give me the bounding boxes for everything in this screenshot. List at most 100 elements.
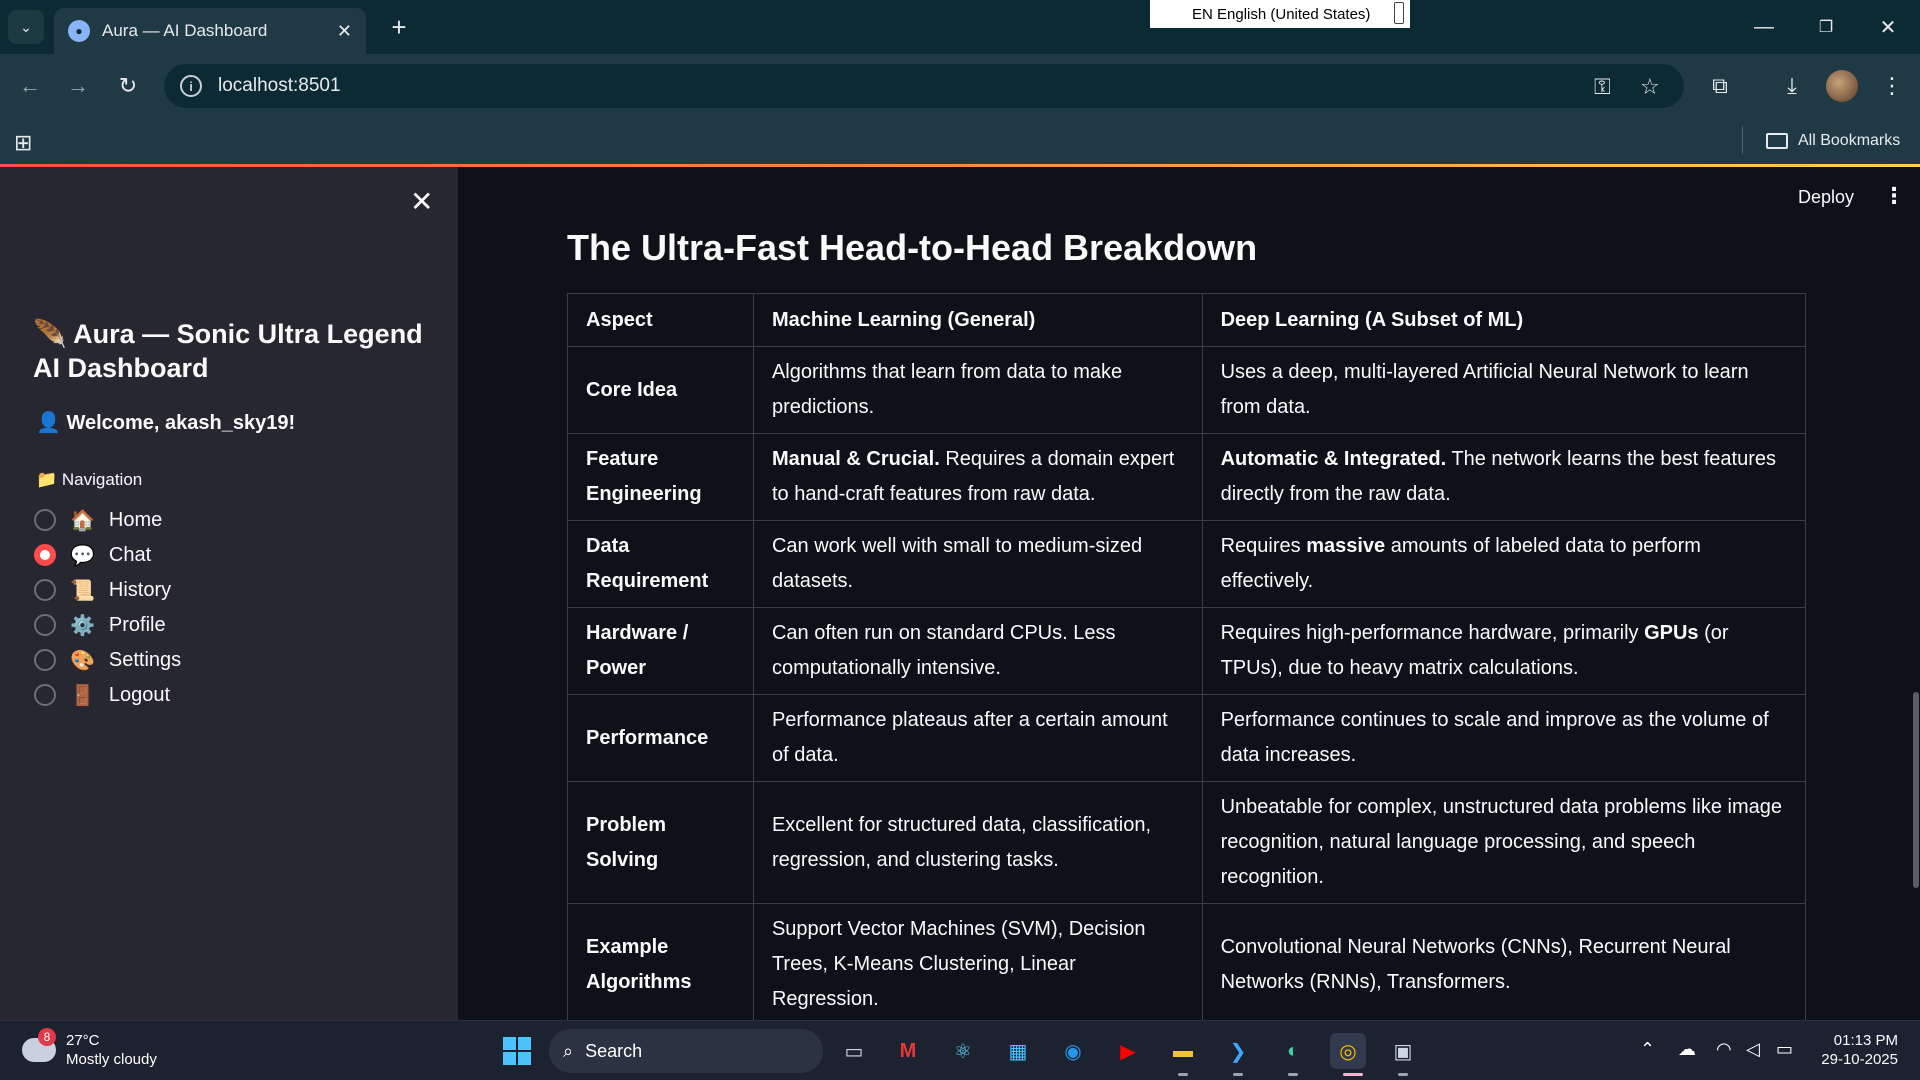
language-indicator: EN English (United States) bbox=[1150, 0, 1410, 28]
bookmarks-bar: ⊞ All Bookmarks bbox=[0, 118, 1920, 164]
deploy-button[interactable]: Deploy bbox=[1798, 187, 1854, 208]
nav-item-profile[interactable]: ⚙️ Profile bbox=[34, 610, 166, 640]
address-bar[interactable]: i localhost:8501 ⚿ ☆ bbox=[164, 64, 1684, 108]
back-button[interactable]: ← bbox=[14, 70, 46, 102]
dl-cell-text: Convolutional Neural Networks (CNNs), Re… bbox=[1220, 935, 1731, 993]
user-icon: 👤 bbox=[36, 412, 61, 434]
welcome-message: 👤 Welcome, akash_sky19! bbox=[36, 410, 295, 435]
extensions-icon[interactable]: ⧉ bbox=[1704, 70, 1736, 102]
ml-cell: Can work well with small to medium-sized… bbox=[752, 520, 1203, 608]
dl-cell-emphasis: GPUs bbox=[1644, 622, 1699, 644]
aspect-cell: Hardware / Power bbox=[567, 607, 754, 695]
ml-cell: Algorithms that learn from data to make … bbox=[752, 346, 1203, 434]
apps-grid-icon[interactable]: ⊞ bbox=[14, 130, 32, 156]
onedrive-icon[interactable]: ☁ bbox=[1678, 1039, 1696, 1060]
weather-description: Mostly cloudy bbox=[66, 1051, 157, 1068]
new-tab-button[interactable]: + bbox=[384, 12, 414, 42]
radio-button[interactable] bbox=[34, 614, 56, 636]
ml-cell: Can often run on standard CPUs. Less com… bbox=[752, 607, 1203, 695]
bookmarks-divider bbox=[1742, 126, 1743, 154]
edge-icon[interactable]: ◐ bbox=[1275, 1033, 1311, 1069]
system-clock[interactable]: 01:13 PM 29-10-2025 bbox=[1818, 1031, 1898, 1069]
cloud-icon: 8 bbox=[22, 1028, 56, 1062]
weather-widget[interactable]: 8 27°C Mostly cloudy bbox=[22, 1028, 157, 1069]
nav-item-home[interactable]: 🏠 Home bbox=[34, 505, 162, 535]
taskbar-search[interactable]: ⌕ Search bbox=[549, 1029, 823, 1073]
close-window-button[interactable]: ✕ bbox=[1868, 10, 1908, 44]
tab-search-button[interactable]: ⌄ bbox=[8, 10, 44, 44]
running-indicator bbox=[1288, 1073, 1298, 1076]
restore-button[interactable]: ❐ bbox=[1806, 10, 1846, 44]
nav-item-label: History bbox=[108, 578, 172, 601]
radio-button[interactable] bbox=[34, 579, 56, 601]
wifi-icon[interactable]: ◠ bbox=[1716, 1039, 1732, 1060]
browser-tab[interactable]: ● Aura — AI Dashboard ✕ bbox=[54, 8, 366, 54]
scrollbar-thumb[interactable] bbox=[1913, 692, 1919, 888]
close-tab-icon[interactable]: ✕ bbox=[337, 21, 352, 42]
url-text[interactable]: localhost:8501 bbox=[218, 75, 341, 97]
terminal-icon[interactable]: ▣ bbox=[1385, 1033, 1421, 1069]
nav-item-label: Settings bbox=[108, 648, 182, 671]
star-icon[interactable]: ☆ bbox=[1640, 74, 1660, 100]
radio-button[interactable] bbox=[34, 509, 56, 531]
dl-cell: Convolutional Neural Networks (CNNs), Re… bbox=[1201, 903, 1807, 1026]
minimize-button[interactable]: — bbox=[1744, 10, 1784, 44]
radio-button-selected[interactable] bbox=[34, 544, 56, 566]
table-row: Problem Solving Excellent for structured … bbox=[567, 781, 1807, 904]
reload-button[interactable]: ↻ bbox=[112, 70, 144, 102]
table-row: Performance Performance plateaus after a … bbox=[567, 694, 1807, 782]
menu-icon[interactable]: ⋮ bbox=[1876, 70, 1908, 102]
mcafee-icon[interactable]: M bbox=[890, 1033, 926, 1069]
nav-item-logout[interactable]: 🚪 Logout bbox=[34, 680, 170, 710]
dl-cell: Unbeatable for complex, unstructured dat… bbox=[1201, 781, 1807, 904]
search-icon: ⌕ bbox=[563, 1040, 574, 1061]
store-icon[interactable]: ▦ bbox=[1000, 1033, 1036, 1069]
file-explorer-icon[interactable]: ▬ bbox=[1165, 1033, 1201, 1069]
all-bookmarks-button[interactable]: All Bookmarks bbox=[1766, 126, 1900, 156]
app-title: 🪶 Aura — Sonic Ultra Legend AI Dashboard bbox=[33, 317, 433, 385]
aspect-cell: Problem Solving bbox=[567, 781, 754, 904]
temperature: 27°C bbox=[66, 1032, 100, 1049]
battery-icon[interactable]: ▭ bbox=[1776, 1039, 1793, 1060]
feather-icon: 🪶 bbox=[33, 319, 67, 349]
table-row: Data Requirement Can work well with small… bbox=[567, 520, 1807, 608]
radio-button[interactable] bbox=[34, 684, 56, 706]
aspect-cell: Core Idea bbox=[567, 346, 754, 434]
task-view-icon[interactable]: ▭ bbox=[836, 1033, 872, 1069]
windows-start-icon[interactable] bbox=[503, 1037, 531, 1065]
navigation-label: Navigation bbox=[61, 470, 143, 489]
youtube-icon[interactable]: ▶ bbox=[1110, 1033, 1146, 1069]
column-header: Machine Learning (General) bbox=[752, 293, 1203, 347]
chrome-icon[interactable]: ◎ bbox=[1330, 1033, 1366, 1069]
aspect-cell: Performance bbox=[567, 694, 754, 782]
docker-icon[interactable]: ◉ bbox=[1055, 1033, 1091, 1069]
ml-cell: Manual & Crucial. Requires a domain expe… bbox=[752, 433, 1203, 521]
profile-avatar[interactable] bbox=[1826, 70, 1858, 102]
language-label: EN English (United States) bbox=[1192, 5, 1371, 23]
close-sidebar-icon[interactable]: ✕ bbox=[410, 185, 433, 218]
ml-cell-text: Can often run on standard CPUs. Less com… bbox=[771, 622, 1116, 679]
ml-cell-text: Algorithms that learn from data to make … bbox=[771, 361, 1123, 418]
site-info-icon[interactable]: i bbox=[180, 75, 202, 97]
radio-button[interactable] bbox=[34, 649, 56, 671]
download-icon[interactable]: ⤓ bbox=[1776, 70, 1808, 102]
key-icon[interactable]: ⚿ bbox=[1594, 74, 1611, 100]
running-indicator bbox=[1233, 1073, 1243, 1076]
table-header-row: Aspect Machine Learning (General) Deep L… bbox=[567, 293, 1807, 347]
dl-cell: Performance continues to scale and impro… bbox=[1201, 694, 1807, 782]
clock-time: 01:13 PM bbox=[1833, 1032, 1898, 1049]
more-options-icon[interactable]: ⋮ bbox=[1883, 183, 1905, 209]
volume-icon[interactable]: ◁ bbox=[1746, 1039, 1760, 1060]
ml-cell-emphasis: Manual & Crucial. bbox=[771, 448, 940, 470]
clock-date: 29-10-2025 bbox=[1821, 1051, 1898, 1068]
nav-item-settings[interactable]: 🎨 Settings bbox=[34, 645, 181, 675]
ml-cell-text: Performance plateaus after a certain amo… bbox=[771, 709, 1168, 766]
chat-bubble-icon: 💬 bbox=[70, 544, 95, 567]
chevron-up-icon[interactable]: ⌃ bbox=[1640, 1039, 1655, 1060]
forward-button[interactable]: → bbox=[62, 70, 94, 102]
react-icon[interactable]: ⚛ bbox=[945, 1033, 981, 1069]
dl-cell-text: Requires bbox=[1220, 535, 1307, 557]
vscode-icon[interactable]: ❯ bbox=[1220, 1033, 1256, 1069]
nav-item-chat[interactable]: 💬 Chat bbox=[34, 540, 151, 570]
nav-item-history[interactable]: 📜 History bbox=[34, 575, 171, 605]
